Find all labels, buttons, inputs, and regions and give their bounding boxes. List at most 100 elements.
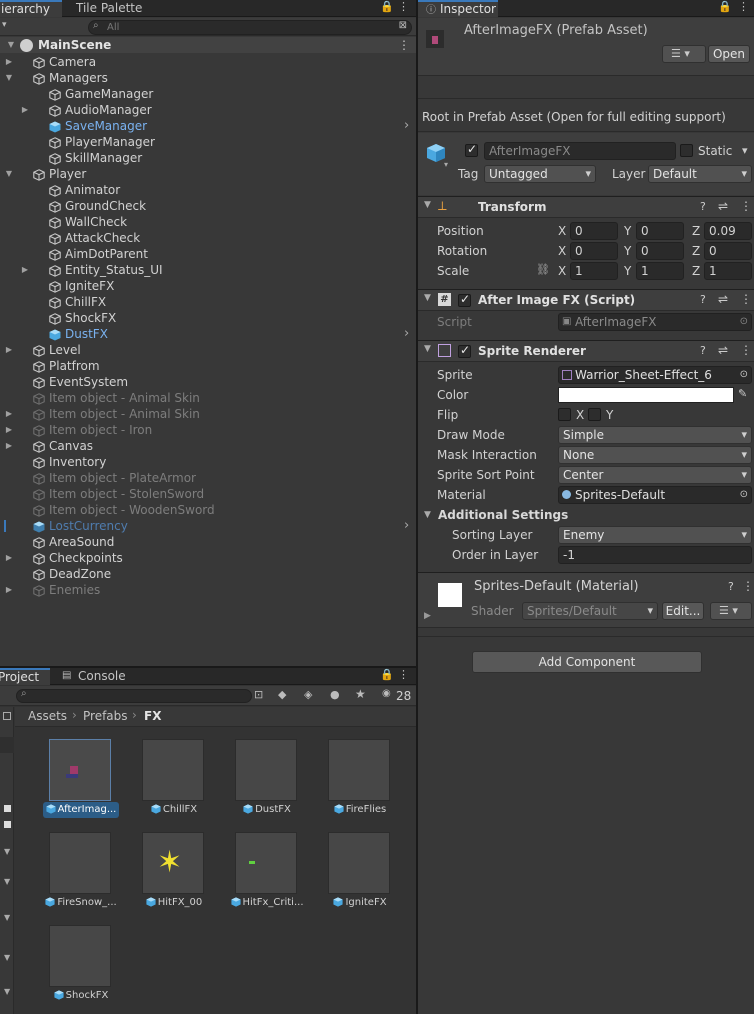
asset-thumbnail[interactable] <box>142 739 204 801</box>
axis-x-label[interactable]: X <box>558 262 566 280</box>
axis-z-label[interactable]: Z <box>692 222 700 240</box>
folder-tree[interactable]: ▼ ▼ ▼ ▼ ▼ <box>0 707 14 1014</box>
folder-tree-item[interactable] <box>0 737 14 753</box>
filter-by-label-icon[interactable]: ◈ <box>304 688 312 701</box>
hierarchy-item[interactable]: AimDotParent <box>0 246 416 262</box>
fold-open-icon[interactable]: ▼ <box>6 37 16 53</box>
fold-closed-icon[interactable]: ▶ <box>4 582 14 598</box>
rotation-z-field[interactable]: 0 <box>704 242 752 260</box>
scale-x-field[interactable]: 1 <box>570 262 618 280</box>
hierarchy-item[interactable]: Item object - StolenSword <box>0 486 416 502</box>
fold-open-icon[interactable]: ▼ <box>424 200 431 210</box>
hierarchy-item[interactable]: Inventory <box>0 454 416 470</box>
hierarchy-item[interactable]: LostCurrency › <box>0 518 416 534</box>
axis-x-label[interactable]: X <box>558 222 566 240</box>
fold-open-icon[interactable]: ▼ <box>4 70 14 86</box>
static-checkbox[interactable] <box>680 144 693 157</box>
material-presets-dropdown[interactable]: ☰ ▾ <box>710 602 752 620</box>
scale-z-field[interactable]: 1 <box>704 262 752 280</box>
hierarchy-item[interactable]: ShockFX <box>0 310 416 326</box>
fold-closed-icon[interactable]: ▶ <box>4 342 14 358</box>
preset-sliders-icon[interactable]: ⇌ <box>718 343 728 357</box>
breadcrumb-assets[interactable]: Assets <box>28 709 67 723</box>
sprite-renderer-header[interactable]: ▼ Sprite Renderer ? ⇌ ⋮ <box>418 340 754 362</box>
hierarchy-item[interactable]: SkillManager <box>0 150 416 166</box>
help-icon[interactable]: ? <box>700 293 706 306</box>
hierarchy-search-input[interactable]: ⌕ All ⊠ <box>88 20 412 35</box>
component-menu-icon[interactable]: ⋮ <box>740 199 752 213</box>
fold-closed-icon[interactable]: ▶ <box>4 550 14 566</box>
fold-open-icon[interactable]: ▼ <box>4 166 14 182</box>
asset-label[interactable]: FireFlies <box>322 802 398 818</box>
layer-dropdown[interactable]: Default <box>648 165 752 183</box>
hierarchy-item[interactable]: AttackCheck <box>0 230 416 246</box>
project-search-input[interactable]: ⌕ <box>16 688 252 703</box>
fold-closed-icon[interactable]: ▶ <box>20 262 30 278</box>
object-name-field[interactable]: AfterImageFX <box>484 142 676 160</box>
renderer-enabled-checkbox[interactable] <box>458 343 471 358</box>
rotation-y-field[interactable]: 0 <box>636 242 684 260</box>
axis-z-label[interactable]: Z <box>692 242 700 260</box>
hierarchy-item[interactable]: Item object - WoodenSword <box>0 502 416 518</box>
asset-label[interactable]: ShockFX <box>43 988 119 1004</box>
visibility-eye-icon[interactable]: ◉ <box>382 688 391 699</box>
hierarchy-item[interactable]: WallCheck <box>0 214 416 230</box>
asset-label[interactable]: ChillFX <box>136 802 212 818</box>
hierarchy-item[interactable]: ▶ Enemies <box>0 582 416 598</box>
hierarchy-item[interactable]: ▶ Camera <box>0 54 416 70</box>
edit-shader-button[interactable]: Edit... <box>662 602 704 620</box>
lock-icon[interactable]: 🔒 <box>718 0 732 13</box>
sort-point-dropdown[interactable]: Center <box>558 466 752 484</box>
hierarchy-item[interactable]: SaveManager › <box>0 118 416 134</box>
preset-sliders-icon[interactable]: ⇌ <box>718 292 728 306</box>
component-menu-icon[interactable]: ⋮ <box>740 292 752 306</box>
hierarchy-item[interactable]: DustFX › <box>0 326 416 342</box>
fold-open-icon[interactable]: ▼ <box>424 510 431 520</box>
fold-open-icon[interactable]: ▼ <box>4 913 10 922</box>
scene-row[interactable]: ▼ MainScene ⋮ <box>0 37 416 53</box>
object-picker-icon[interactable]: ⊙ <box>740 487 748 503</box>
help-icon[interactable]: ? <box>728 580 734 593</box>
asset-thumbnail[interactable] <box>328 739 390 801</box>
open-prefab-arrow-icon[interactable]: › <box>404 518 409 534</box>
kebab-menu-icon[interactable]: ⋮ <box>398 668 409 681</box>
static-dropdown-icon[interactable]: ▾ <box>742 144 748 157</box>
hierarchy-item[interactable]: GameManager <box>0 86 416 102</box>
component-menu-icon[interactable]: ⋮ <box>742 579 754 593</box>
asset-thumbnail[interactable] <box>235 832 297 894</box>
script-enabled-checkbox[interactable] <box>458 292 471 307</box>
axis-y-label[interactable]: Y <box>624 262 631 280</box>
axis-z-label[interactable]: Z <box>692 262 700 280</box>
tab-tile-palette[interactable]: Tile Palette <box>70 0 148 17</box>
tab-project[interactable]: Project <box>0 668 50 685</box>
position-y-field[interactable]: 0 <box>636 222 684 240</box>
add-component-button[interactable]: Add Component <box>472 651 702 673</box>
flip-x-checkbox[interactable] <box>558 408 571 421</box>
draw-mode-dropdown[interactable]: Simple <box>558 426 752 444</box>
hierarchy-item[interactable]: Animator <box>0 182 416 198</box>
presets-dropdown[interactable]: ☰ ▾ <box>662 45 706 63</box>
search-by-type-icon[interactable]: ⊡ <box>254 688 263 701</box>
icon-dropdown-icon[interactable]: ▾ <box>444 160 448 169</box>
fold-open-icon[interactable]: ▼ <box>4 953 10 962</box>
help-icon[interactable]: ? <box>700 344 706 357</box>
tag-dropdown[interactable]: Untagged <box>484 165 596 183</box>
fold-open-icon[interactable]: ▼ <box>424 293 431 303</box>
hierarchy-item[interactable]: AreaSound <box>0 534 416 550</box>
fold-closed-icon[interactable]: ▶ <box>4 438 14 454</box>
sprite-field[interactable]: Warrior_Sheet-Effect_6 ⊙ <box>558 366 752 384</box>
asset-thumbnail[interactable] <box>235 739 297 801</box>
scale-y-field[interactable]: 1 <box>636 262 684 280</box>
kebab-menu-icon[interactable]: ⋮ <box>738 0 749 13</box>
hierarchy-item[interactable]: IgniteFX <box>0 278 416 294</box>
asset-thumbnail[interactable] <box>49 925 111 987</box>
hierarchy-item[interactable]: PlayerManager <box>0 134 416 150</box>
create-dropdown-icon[interactable]: ▾ <box>2 20 7 30</box>
open-prefab-arrow-icon[interactable]: › <box>404 118 409 134</box>
asset-label[interactable]: IgniteFX <box>322 895 398 911</box>
component-menu-icon[interactable]: ⋮ <box>740 343 752 357</box>
search-filter-icon[interactable]: ⊠ <box>399 20 407 31</box>
hierarchy-item[interactable]: ▶ AudioManager <box>0 102 416 118</box>
asset-label[interactable]: FireSnow_... <box>43 895 119 911</box>
tab-hierarchy[interactable]: Hierarchy <box>0 0 62 17</box>
